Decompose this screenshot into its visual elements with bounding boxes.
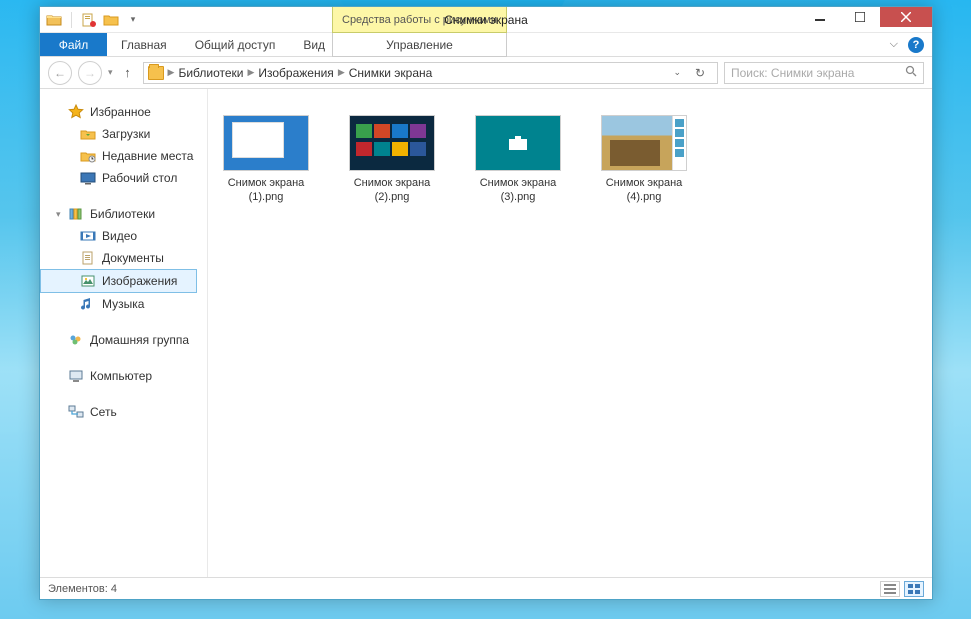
- sidebar-group-libraries[interactable]: ▾ Библиотеки: [40, 203, 203, 225]
- close-button[interactable]: [880, 7, 932, 27]
- address-dropdown-icon[interactable]: ⌄: [673, 67, 681, 78]
- view-details-button[interactable]: [880, 581, 900, 597]
- back-button[interactable]: ←: [48, 61, 72, 85]
- search-box[interactable]: [724, 62, 924, 84]
- sidebar-item-documents[interactable]: Документы: [40, 247, 203, 269]
- qat-dropdown-icon[interactable]: ▾: [125, 12, 141, 28]
- sidebar-group-computer[interactable]: Компьютер: [40, 365, 203, 387]
- sidebar-item-recent[interactable]: Недавние места: [40, 145, 203, 167]
- tab-home[interactable]: Главная: [107, 33, 181, 56]
- file-item[interactable]: Снимок экрана (1).png: [218, 115, 314, 205]
- sidebar-item-label: Видео: [102, 229, 137, 243]
- file-name: Снимок экрана (2).png: [344, 177, 440, 205]
- file-thumbnail: [349, 115, 435, 171]
- ribbon-tabs: Файл Главная Общий доступ Вид Управление…: [40, 33, 932, 57]
- file-thumbnail: [475, 115, 561, 171]
- search-input[interactable]: [731, 66, 899, 80]
- navigation-toolbar: ← → ▾ ↑ ▶ Библиотеки ▶ Изображения ▶ Сни…: [40, 57, 932, 89]
- documents-icon: [80, 250, 96, 266]
- chevron-right-icon[interactable]: ▶: [338, 67, 345, 78]
- sidebar-item-label: Избранное: [90, 105, 151, 119]
- video-icon: [80, 228, 96, 244]
- maximize-button[interactable]: [840, 7, 880, 27]
- sidebar-item-label: Изображения: [102, 274, 177, 288]
- sidebar-item-videos[interactable]: Видео: [40, 225, 203, 247]
- search-icon[interactable]: [905, 65, 917, 80]
- ribbon-expand-icon[interactable]: ⌵: [890, 38, 898, 51]
- computer-icon: [68, 368, 84, 384]
- file-list[interactable]: Снимок экрана (1).png Снимок экрана (2).…: [208, 89, 932, 577]
- folder-icon: [148, 66, 164, 80]
- sidebar-item-label: Загрузки: [102, 127, 150, 141]
- sidebar-item-music[interactable]: Музыка: [40, 293, 203, 315]
- quick-access-toolbar: ▾: [40, 12, 141, 28]
- star-icon: [68, 104, 84, 120]
- titlebar: ▾ Средства работы с рисунками Снимки экр…: [40, 7, 932, 33]
- sidebar-group-network[interactable]: Сеть: [40, 401, 203, 423]
- chevron-down-icon: ▾: [56, 209, 62, 220]
- chevron-right-icon[interactable]: ▶: [247, 67, 254, 78]
- address-bar[interactable]: ▶ Библиотеки ▶ Изображения ▶ Снимки экра…: [143, 62, 718, 84]
- file-name: Снимок экрана (1).png: [218, 177, 314, 205]
- sidebar-item-pictures[interactable]: Изображения: [40, 269, 197, 293]
- file-name: Снимок экрана (3).png: [470, 177, 566, 205]
- item-count-label: Элементов: 4: [48, 583, 117, 595]
- sidebar-item-label: Домашняя группа: [90, 333, 189, 347]
- sidebar-item-label: Документы: [102, 251, 164, 265]
- file-item[interactable]: Снимок экрана (4).png: [596, 115, 692, 205]
- navigation-pane: Избранное Загрузки Недавние места Рабочи…: [40, 89, 208, 577]
- sidebar-group-homegroup[interactable]: Домашняя группа: [40, 329, 203, 351]
- sidebar-item-label: Рабочий стол: [102, 171, 177, 185]
- folder-icon: [46, 12, 62, 28]
- sidebar-item-label: Библиотеки: [90, 207, 155, 221]
- new-folder-icon[interactable]: [103, 12, 119, 28]
- picture-tools-tab-header: Средства работы с рисунками: [332, 7, 507, 33]
- explorer-body: Избранное Загрузки Недавние места Рабочи…: [40, 89, 932, 577]
- music-icon: [80, 296, 96, 312]
- libraries-icon: [68, 206, 84, 222]
- sidebar-item-desktop[interactable]: Рабочий стол: [40, 167, 203, 189]
- sidebar-item-label: Недавние места: [102, 149, 193, 163]
- up-button[interactable]: ↑: [119, 64, 137, 82]
- minimize-button[interactable]: [800, 7, 840, 27]
- sidebar-item-label: Музыка: [102, 297, 144, 311]
- network-icon: [68, 404, 84, 420]
- view-large-icons-button[interactable]: [904, 581, 924, 597]
- sidebar-item-label: Компьютер: [90, 369, 152, 383]
- window-controls: [800, 7, 932, 27]
- breadcrumb-screenshots[interactable]: Снимки экрана: [349, 66, 433, 80]
- history-dropdown-icon[interactable]: ▾: [108, 67, 113, 78]
- refresh-button[interactable]: ↻: [689, 66, 711, 80]
- help-icon[interactable]: ?: [908, 37, 924, 53]
- picture-tools-label: Средства работы с рисунками: [342, 14, 497, 26]
- sidebar-item-downloads[interactable]: Загрузки: [40, 123, 203, 145]
- file-thumbnail: [601, 115, 687, 171]
- file-name: Снимок экрана (4).png: [596, 177, 692, 205]
- downloads-icon: [80, 126, 96, 142]
- desktop-icon: [80, 170, 96, 186]
- chevron-right-icon[interactable]: ▶: [168, 67, 175, 78]
- recent-places-icon: [80, 148, 96, 164]
- file-item[interactable]: Снимок экрана (3).png: [470, 115, 566, 205]
- tab-file[interactable]: Файл: [40, 33, 107, 56]
- sidebar-group-favorites[interactable]: Избранное: [40, 101, 203, 123]
- properties-icon[interactable]: [81, 12, 97, 28]
- status-bar: Элементов: 4: [40, 577, 932, 599]
- file-item[interactable]: Снимок экрана (2).png: [344, 115, 440, 205]
- sidebar-item-label: Сеть: [90, 405, 117, 419]
- breadcrumb-pictures[interactable]: Изображения: [258, 66, 333, 80]
- tab-share[interactable]: Общий доступ: [181, 33, 290, 56]
- pictures-icon: [80, 273, 96, 289]
- forward-button[interactable]: →: [78, 61, 102, 85]
- homegroup-icon: [68, 332, 84, 348]
- explorer-window: ▾ Средства работы с рисунками Снимки экр…: [39, 6, 933, 600]
- tab-manage[interactable]: Управление: [332, 33, 507, 57]
- file-thumbnail: [223, 115, 309, 171]
- breadcrumb-libraries[interactable]: Библиотеки: [178, 66, 243, 80]
